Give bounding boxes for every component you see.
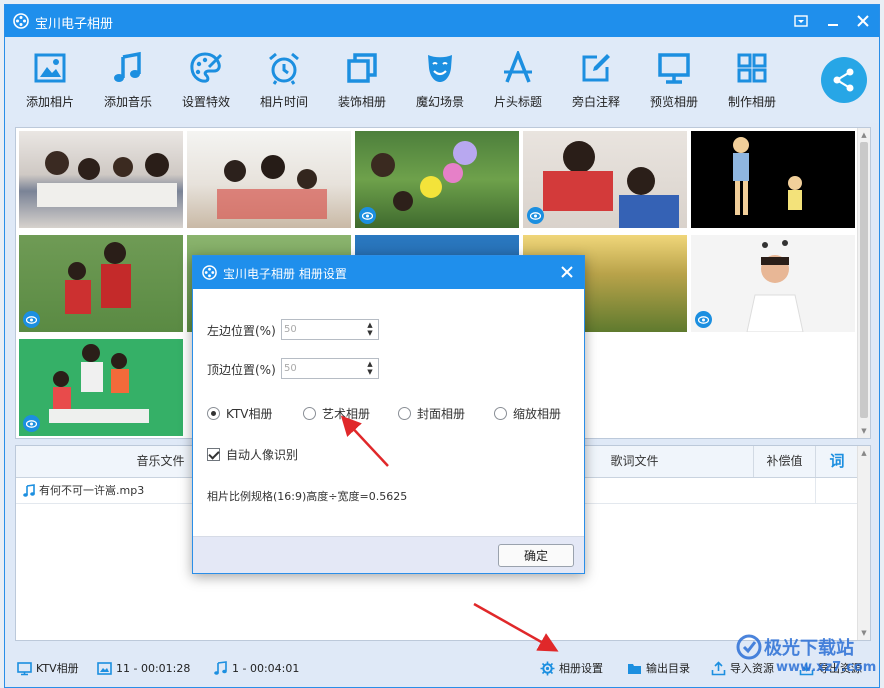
watermark: 极光下载站 www.xz7.com bbox=[736, 632, 876, 682]
watermark-url: www.xz7.com bbox=[776, 660, 877, 675]
arrow-to-album-settings-icon bbox=[473, 602, 559, 652]
watermark-logo-icon bbox=[736, 634, 762, 660]
watermark-text: 极光下载站 bbox=[764, 638, 854, 659]
arrow-to-art-album-icon bbox=[340, 415, 389, 467]
annotation-arrows bbox=[340, 415, 559, 652]
